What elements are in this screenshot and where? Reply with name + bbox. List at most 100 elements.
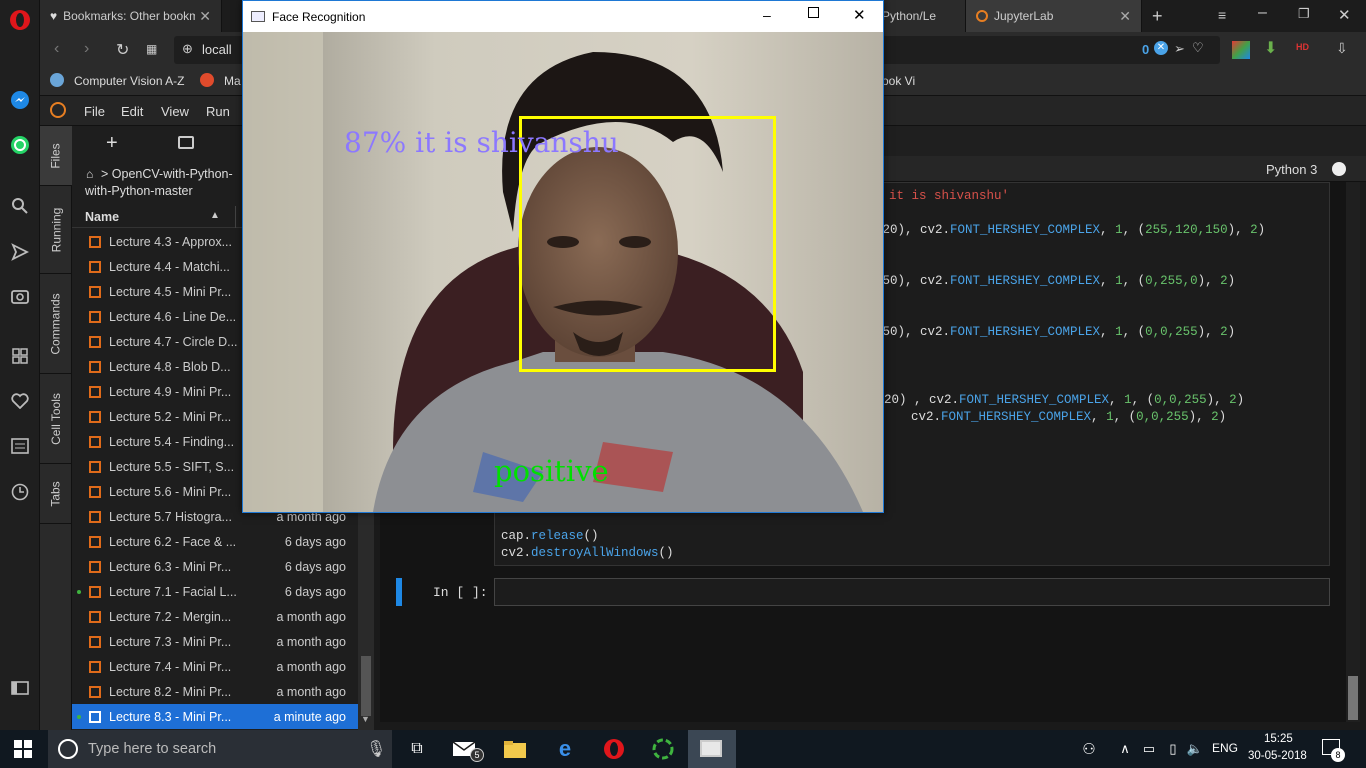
people-icon[interactable]: ⚇: [1076, 736, 1102, 762]
tab-menu-icon[interactable]: ≡: [1218, 7, 1226, 23]
kernel-name[interactable]: Python 3: [1266, 162, 1317, 177]
show-hidden-icons[interactable]: ∧: [1112, 736, 1138, 762]
column-name-header[interactable]: Name: [85, 210, 119, 224]
edge-icon[interactable]: e: [552, 736, 578, 762]
opera-icon[interactable]: [601, 736, 627, 762]
tab-running[interactable]: Running: [40, 186, 72, 274]
taskbar-search-box[interactable]: Type here to search 🎙: [48, 730, 392, 768]
download-icon[interactable]: ⬇: [1264, 38, 1277, 58]
notebook-scrollbar[interactable]: [1346, 182, 1360, 722]
clock-date[interactable]: 30-05-2018: [1248, 750, 1307, 762]
adblock-icon[interactable]: ✕: [1154, 41, 1168, 55]
menu-edit[interactable]: Edit: [121, 104, 143, 119]
bookmark-ook[interactable]: ook Vi: [882, 74, 915, 88]
minimize-icon[interactable]: –: [763, 7, 771, 23]
maximize-icon[interactable]: [808, 7, 819, 18]
microphone-icon[interactable]: 🎙: [366, 739, 386, 759]
column-divider[interactable]: [235, 206, 236, 228]
new-launcher-icon[interactable]: +: [106, 132, 118, 155]
share-icon[interactable]: ➢: [1174, 41, 1185, 57]
language-indicator[interactable]: ENG: [1212, 741, 1238, 755]
scrollbar-thumb[interactable]: [1348, 676, 1358, 720]
file-modified: a month ago: [276, 609, 347, 624]
clock-time[interactable]: 15:25: [1264, 733, 1293, 745]
scroll-down-icon[interactable]: ▼: [361, 714, 370, 724]
minimize-icon[interactable]: –: [1258, 4, 1267, 22]
home-icon[interactable]: ⌂: [86, 167, 93, 181]
tab-jupyterlab[interactable]: JupyterLab ✕: [966, 0, 1142, 32]
reload-icon[interactable]: ↻: [116, 40, 129, 60]
file-row[interactable]: Lecture 7.3 - Mini Pr... a month ago: [72, 629, 358, 654]
forward-icon[interactable]: ›: [84, 40, 89, 58]
tabs-grid-icon[interactable]: ▦: [146, 42, 157, 56]
menu-view[interactable]: View: [161, 104, 189, 119]
messenger-icon[interactable]: [8, 88, 32, 112]
whatsapp-icon[interactable]: [8, 133, 32, 157]
mail-icon[interactable]: 5: [452, 736, 484, 762]
breadcrumb[interactable]: > OpenCV-with-Python-: [101, 167, 241, 181]
running-indicator: [77, 590, 81, 594]
file-row[interactable]: Lecture 7.1 - Facial L... 6 days ago: [72, 579, 358, 604]
history-icon[interactable]: [8, 480, 32, 504]
close-window-icon[interactable]: ✕: [1338, 6, 1351, 24]
app-icon-green[interactable]: [650, 736, 676, 762]
file-row[interactable]: Lecture 7.4 - Mini Pr... a month ago: [72, 654, 358, 679]
code-line: cv2.FONT_HERSHEY_COMPLEX, 1, (0,0,255), …: [911, 410, 1227, 424]
tab-python[interactable]: Python/Le: [882, 0, 966, 32]
hd-extension-icon[interactable]: HD: [1296, 42, 1309, 52]
tab-tabs[interactable]: Tabs: [40, 464, 72, 524]
window-title-bar[interactable]: Face Recognition – ✕: [243, 1, 883, 32]
speed-dial-icon[interactable]: [8, 344, 32, 368]
file-name: Lecture 6.2 - Face & ...: [109, 534, 237, 549]
sort-arrow-icon[interactable]: ▲: [210, 210, 220, 221]
start-button[interactable]: [10, 736, 36, 762]
network-icon[interactable]: ▭: [1136, 736, 1162, 762]
send-icon[interactable]: [8, 240, 32, 264]
bookmark-heart-icon[interactable]: ♡: [1192, 40, 1204, 56]
file-row[interactable]: Lecture 8.2 - Mini Pr... a month ago: [72, 679, 358, 704]
heart-icon[interactable]: [8, 389, 32, 413]
search-icon[interactable]: [8, 194, 32, 218]
file-row[interactable]: Lecture 6.2 - Face & ... 6 days ago: [72, 529, 358, 554]
file-name: Lecture 4.5 - Mini Pr...: [109, 284, 232, 299]
file-name: Lecture 5.6 - Mini Pr...: [109, 484, 232, 499]
sidebar-toggle-icon[interactable]: [8, 676, 32, 700]
file-row[interactable]: Lecture 6.3 - Mini Pr... 6 days ago: [72, 554, 358, 579]
news-icon[interactable]: [8, 434, 32, 458]
cortana-icon: [58, 739, 78, 759]
scrollbar-thumb[interactable]: [361, 656, 371, 716]
close-tab-icon[interactable]: ✕: [199, 8, 211, 25]
task-view-icon[interactable]: ⧉: [404, 736, 430, 762]
file-name: Lecture 4.3 - Approx...: [109, 234, 232, 249]
close-tab-icon[interactable]: ✕: [1119, 8, 1131, 25]
new-tab-icon[interactable]: +: [1152, 6, 1163, 27]
face-recognition-window[interactable]: Face Recognition – ✕ 87% it is shivanshu…: [242, 0, 884, 513]
new-folder-icon[interactable]: [178, 136, 194, 149]
easy-setup-icon[interactable]: ⇩: [1336, 40, 1348, 57]
tab-files[interactable]: Files: [40, 126, 72, 186]
opera-logo-icon[interactable]: [8, 8, 32, 32]
tab-cell-tools[interactable]: Cell Tools: [40, 374, 72, 464]
face-recognition-taskbar-button[interactable]: [688, 730, 736, 768]
menu-file[interactable]: File: [84, 104, 105, 119]
active-cell-indicator: [396, 578, 402, 606]
back-icon[interactable]: ‹: [54, 40, 59, 58]
camera-icon[interactable]: [8, 284, 32, 308]
restore-icon[interactable]: ❐: [1298, 6, 1310, 22]
file-row[interactable]: Lecture 8.3 - Mini Pr... a minute ago: [72, 704, 358, 729]
extension-icon[interactable]: [1232, 41, 1250, 59]
action-center-icon[interactable]: 8: [1322, 739, 1345, 762]
tab-bookmarks[interactable]: ♥ Bookmarks: Other bookm ✕: [40, 0, 222, 32]
file-row[interactable]: Lecture 7.2 - Mergin... a month ago: [72, 604, 358, 629]
file-explorer-icon[interactable]: [502, 736, 528, 762]
bookmark-computer-vision[interactable]: Computer Vision A-Z: [74, 74, 185, 88]
notebook-file-icon: [89, 635, 101, 648]
recognition-label: 87% it is shivanshu: [344, 126, 619, 159]
tab-commands[interactable]: Commands: [40, 274, 72, 374]
volume-icon[interactable]: 🔈: [1182, 736, 1208, 762]
menu-run[interactable]: Run: [206, 104, 230, 119]
bookmark-ma[interactable]: Ma: [224, 74, 241, 88]
close-icon[interactable]: ✕: [853, 6, 866, 24]
empty-code-cell[interactable]: [494, 578, 1330, 606]
notebook-file-icon: [89, 310, 101, 323]
